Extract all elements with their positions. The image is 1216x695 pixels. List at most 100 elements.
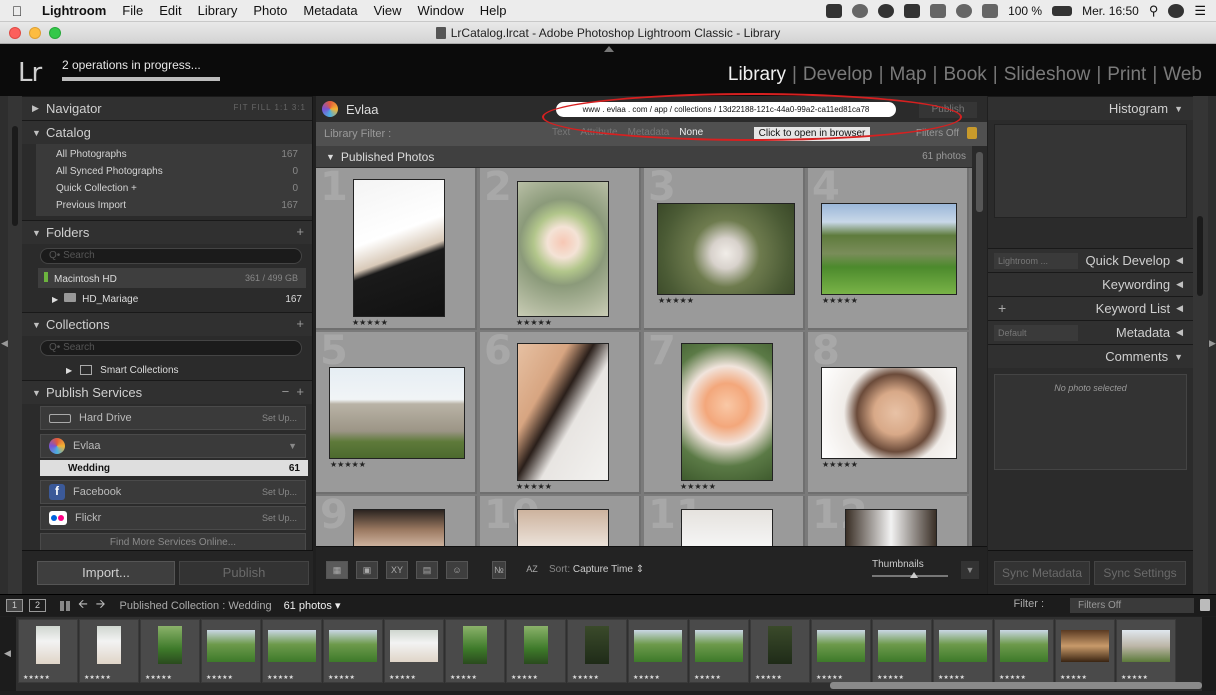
- filmstrip-thumbnail[interactable]: ★★★★★: [445, 619, 505, 683]
- grid-cell[interactable]: 1 ★★★★★: [316, 168, 477, 330]
- filmstrip-thumbnail[interactable]: ★★★★★: [79, 619, 139, 683]
- left-panel-scrollbar[interactable]: [8, 96, 22, 594]
- filmstrip-thumbnail[interactable]: ★★★★★: [1055, 619, 1115, 683]
- filmstrip-thumbnail[interactable]: ★★★★★: [750, 619, 810, 683]
- grid-cell[interactable]: 12: [808, 496, 969, 546]
- menu-help[interactable]: Help: [472, 3, 515, 18]
- menu-window[interactable]: Window: [410, 3, 472, 18]
- add-folder-icon[interactable]: +: [296, 224, 304, 239]
- sort-direction-icon[interactable]: AZ: [521, 561, 543, 579]
- sync-settings-button[interactable]: Sync Settings: [1094, 561, 1186, 585]
- menu-view[interactable]: View: [366, 3, 410, 18]
- siri-icon[interactable]: [1168, 4, 1185, 18]
- menu-photo[interactable]: Photo: [245, 3, 295, 18]
- add-collection-icon[interactable]: +: [296, 316, 304, 331]
- catalog-all-synced[interactable]: All Synced Photographs 0: [36, 163, 312, 180]
- module-book[interactable]: Book: [937, 64, 992, 86]
- spray-can-icon[interactable]: №: [492, 561, 506, 579]
- module-slideshow[interactable]: Slideshow: [998, 64, 1097, 86]
- published-collection-wedding[interactable]: Wedding 61: [40, 460, 308, 476]
- collapse-icon[interactable]: ▼: [326, 152, 335, 162]
- folder-hd-mariage[interactable]: ▶ HD_Mariage 167: [22, 290, 312, 308]
- menu-edit[interactable]: Edit: [151, 3, 189, 18]
- hard-drive-setup[interactable]: Set Up...: [262, 413, 297, 423]
- grid-cell[interactable]: 7 ★★★★★: [644, 332, 805, 494]
- module-library[interactable]: Library: [722, 64, 792, 86]
- quick-develop-preset[interactable]: Lightroom ...: [994, 253, 1078, 269]
- notification-center-icon[interactable]: ☰: [1194, 3, 1206, 19]
- publish-services-header[interactable]: ▼ Publish Services − +: [22, 380, 312, 404]
- photo-thumbnail[interactable]: [822, 204, 956, 294]
- grid-scrollbar[interactable]: [972, 146, 987, 546]
- catalog-previous-import[interactable]: Previous Import 167: [36, 197, 312, 214]
- clock[interactable]: Mer. 16:50: [1082, 4, 1139, 18]
- facebook-setup[interactable]: Set Up...: [262, 487, 297, 497]
- volume-macintosh-hd[interactable]: Macintosh HD 361 / 499 GB: [38, 268, 306, 288]
- photo-thumbnail[interactable]: [846, 510, 936, 546]
- apple-icon[interactable]: : [0, 3, 34, 19]
- filmstrip-thumbnail[interactable]: ★★★★★: [933, 619, 993, 683]
- photo-thumbnail[interactable]: [354, 180, 444, 316]
- keywording-header[interactable]: Keywording ◀: [988, 272, 1193, 296]
- minimize-window-button[interactable]: [29, 27, 41, 39]
- battery-label[interactable]: 100 %: [1008, 4, 1042, 18]
- filmstrip-filter-select[interactable]: Filters Off: [1070, 598, 1194, 613]
- grid-cell[interactable]: 2 ★★★★★: [480, 168, 641, 330]
- creative-cloud-icon[interactable]: [852, 4, 869, 18]
- filmstrip-thumbnail[interactable]: ★★★★★: [872, 619, 932, 683]
- photo-thumbnail[interactable]: [658, 204, 794, 294]
- import-button[interactable]: Import...: [37, 561, 175, 585]
- folders-header[interactable]: ▼ Folders +: [22, 220, 312, 244]
- filmstrip-thumbnail[interactable]: ★★★★★: [384, 619, 444, 683]
- skype-icon[interactable]: [878, 4, 895, 18]
- catalog-header[interactable]: ▼ Catalog: [22, 120, 312, 144]
- secondary-window-button[interactable]: 2: [29, 599, 46, 612]
- star-rating[interactable]: ★★★★★: [352, 318, 388, 327]
- right-panel-toggle[interactable]: ▶: [1208, 96, 1216, 594]
- grid-cell[interactable]: 5 ★★★★★: [316, 332, 477, 494]
- filmstrip-thumbnail[interactable]: ★★★★★: [811, 619, 871, 683]
- filmstrip-scrollbar[interactable]: [830, 682, 1202, 689]
- grid-cell[interactable]: 11: [644, 496, 805, 546]
- photo-thumbnail[interactable]: [822, 368, 956, 458]
- grid-cell[interactable]: 6 ★★★★★: [480, 332, 641, 494]
- grid-cell[interactable]: 3 ★★★★★: [644, 168, 805, 330]
- close-window-button[interactable]: [9, 27, 21, 39]
- filmstrip-count[interactable]: 61 photos ▾: [284, 599, 341, 612]
- metadata-preset[interactable]: Default: [994, 325, 1078, 341]
- sort-control[interactable]: Sort: Capture Time ⇕: [549, 564, 644, 575]
- filmstrip-thumbnail[interactable]: ★★★★★: [201, 619, 261, 683]
- slider-knob[interactable]: [909, 572, 918, 578]
- star-rating[interactable]: ★★★★★: [330, 460, 366, 469]
- grid-icon[interactable]: [60, 600, 70, 611]
- histogram-header[interactable]: Histogram ▼: [988, 96, 1193, 120]
- filmstrip-thumbnail[interactable]: ★★★★★: [567, 619, 627, 683]
- menu-file[interactable]: File: [114, 3, 151, 18]
- metadata-header[interactable]: Default Metadata ◀: [988, 320, 1193, 344]
- menu-app[interactable]: Lightroom: [34, 3, 114, 18]
- primary-window-button[interactable]: 1: [6, 599, 23, 612]
- filmstrip-thumbnail[interactable]: ★★★★★: [323, 619, 383, 683]
- folders-search-input[interactable]: Q• Search: [40, 248, 302, 264]
- service-hard-drive[interactable]: Hard Drive Set Up...: [40, 406, 306, 430]
- photo-thumbnail[interactable]: [518, 182, 608, 316]
- survey-view-icon[interactable]: ▤: [416, 561, 438, 579]
- compare-view-icon[interactable]: XY: [386, 561, 408, 579]
- photo-thumbnail[interactable]: [330, 368, 464, 458]
- smart-collections[interactable]: ▶ Smart Collections: [22, 360, 312, 380]
- menu-library[interactable]: Library: [190, 3, 246, 18]
- filmstrip-left-toggle[interactable]: ◀: [0, 617, 16, 691]
- navigator-header[interactable]: ▶ Navigator FIT FILL 1:1 3:1: [22, 96, 312, 120]
- module-develop[interactable]: Develop: [797, 64, 879, 86]
- star-rating[interactable]: ★★★★★: [680, 482, 716, 491]
- toolbar-options-icon[interactable]: ▼: [961, 561, 979, 579]
- back-arrow-icon[interactable]: 🡨: [78, 595, 88, 616]
- grid-cell[interactable]: 4 ★★★★★: [808, 168, 969, 330]
- filmstrip-thumbnail[interactable]: ★★★★★: [18, 619, 78, 683]
- collections-header[interactable]: ▼ Collections +: [22, 312, 312, 336]
- thumbnail-size-slider[interactable]: [872, 572, 948, 578]
- dropbox-icon[interactable]: [826, 4, 843, 18]
- quick-develop-header[interactable]: Lightroom ... Quick Develop ◀: [988, 248, 1193, 272]
- star-rating[interactable]: ★★★★★: [822, 296, 858, 305]
- add-keyword-icon[interactable]: +: [998, 300, 1006, 316]
